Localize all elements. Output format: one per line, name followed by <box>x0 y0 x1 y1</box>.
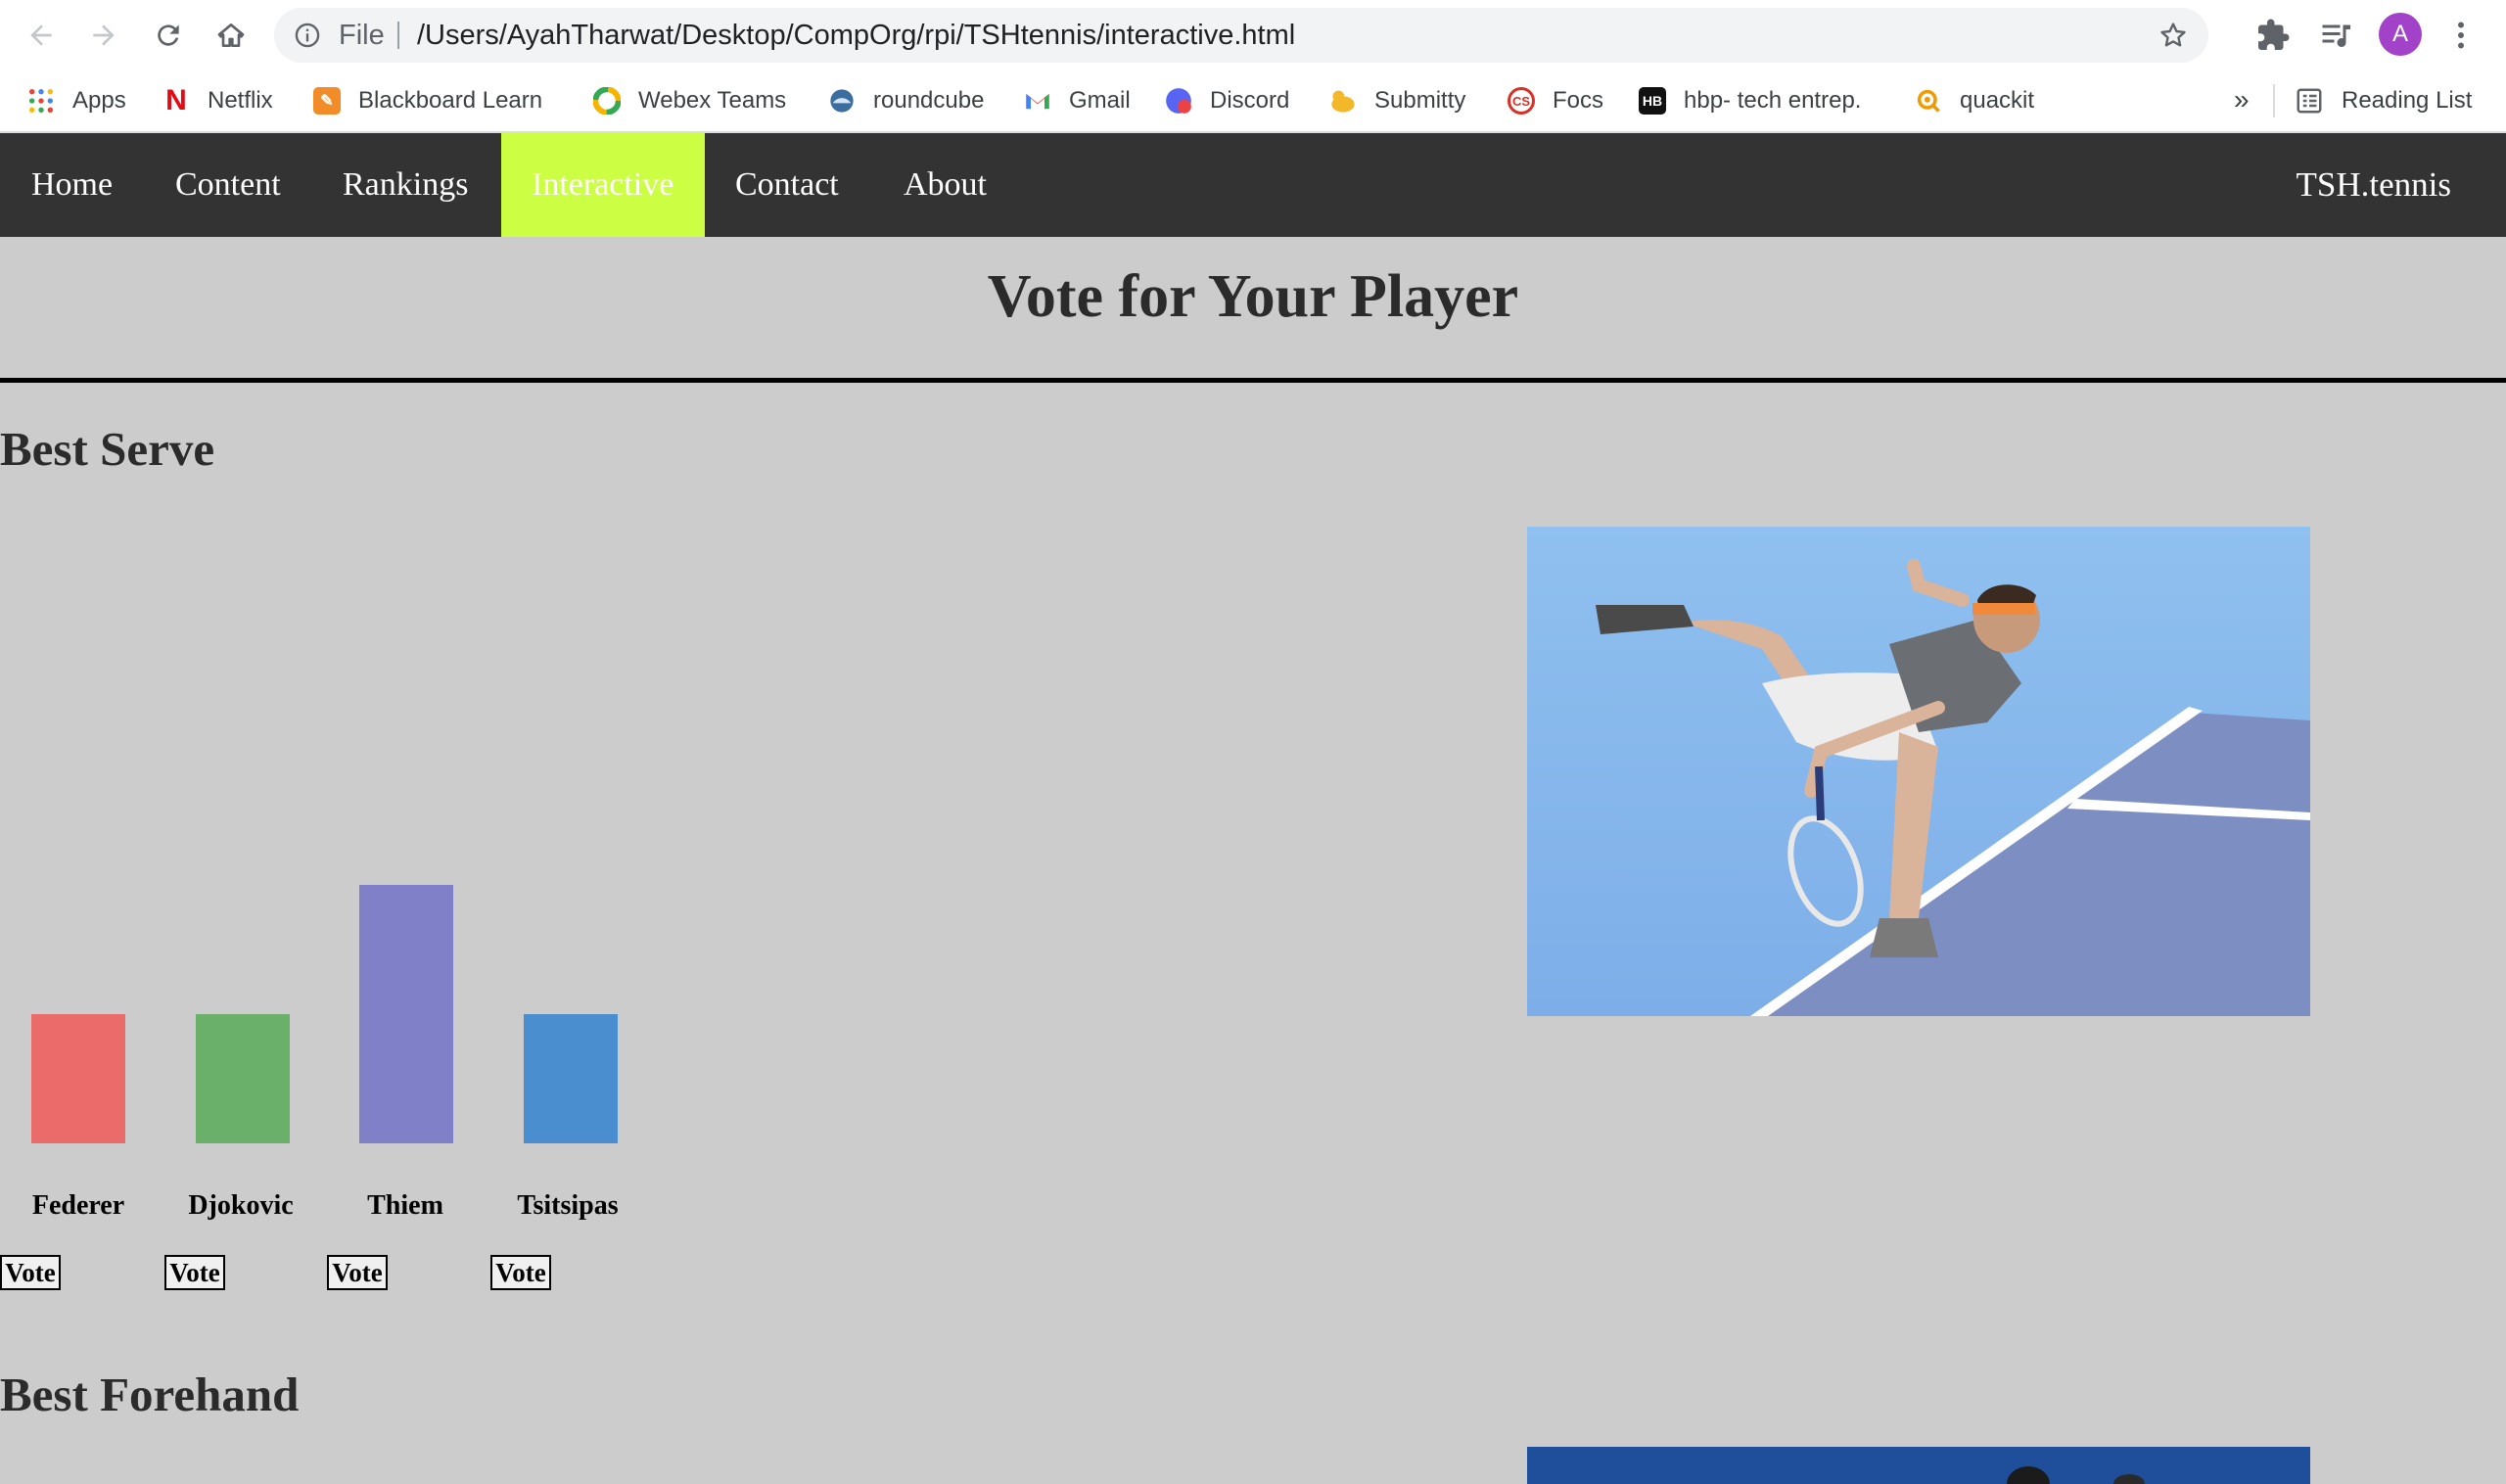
media-queue-icon[interactable] <box>2318 18 2353 53</box>
bookmark-label: roundcube <box>873 87 985 114</box>
gmail-icon <box>1026 94 1049 110</box>
blackboard-icon: ✎ <box>313 87 341 115</box>
reading-list-button[interactable]: Reading List <box>2295 70 2472 131</box>
bookmark-hbp-tech-entrep[interactable]: HB hbp- tech entrep. <box>1639 70 1861 131</box>
vote-bar-chart: Federer Djokovic Thiem Tsitsipas Vote Vo… <box>0 529 666 1292</box>
focs-icon: CS <box>1508 87 1535 115</box>
bookmark-gmail[interactable]: Gmail <box>1024 70 1131 131</box>
address-bar[interactable]: File /Users/AyahTharwat/Desktop/CompOrg/… <box>274 8 2208 63</box>
nav-content[interactable]: Content <box>145 133 311 237</box>
bookmark-label: Webex Teams <box>638 87 787 114</box>
home-icon <box>217 23 245 47</box>
more-bookmarks-chevron[interactable]: » <box>2234 84 2250 116</box>
bookmark-star-icon[interactable] <box>2158 20 2189 51</box>
bookmark-label: Netflix <box>208 87 273 114</box>
webex-icon <box>593 87 621 115</box>
reading-list-icon <box>2297 88 2322 114</box>
bookmark-label: Gmail <box>1069 87 1131 114</box>
reload-button[interactable] <box>149 16 188 55</box>
extensions-puzzle-icon[interactable] <box>2255 18 2291 53</box>
hbp-icon: HB <box>1639 87 1666 115</box>
netflix-icon: N <box>165 84 187 116</box>
bookmark-roundcube[interactable]: roundcube <box>828 70 984 131</box>
bookmarks-bar: Apps N Netflix ✎ Blackboard Learn Webex … <box>0 70 2506 133</box>
vote-bar-tsitsipas <box>523 1014 618 1143</box>
bookmark-quackit[interactable]: quackit <box>1915 70 2034 131</box>
nav-interactive[interactable]: Interactive <box>501 133 705 237</box>
bookmark-label: hbp- tech entrep. <box>1684 87 1862 114</box>
bookmark-submitty[interactable]: Submitty <box>1329 70 1465 131</box>
kebab-menu-icon[interactable] <box>2443 18 2479 53</box>
back-button[interactable] <box>22 16 61 55</box>
bookmarks-divider <box>2273 84 2275 117</box>
bookmark-discord[interactable]: Discord <box>1165 70 1289 131</box>
url-text[interactable]: /Users/AyahTharwat/Desktop/CompOrg/rpi/T… <box>417 8 1295 63</box>
roundcube-icon <box>830 89 854 113</box>
reading-list-label: Reading List <box>2342 87 2473 114</box>
player-label-thiem: Thiem <box>367 1190 443 1221</box>
omnibox-divider <box>397 22 399 49</box>
bookmark-label: Blackboard Learn <box>358 87 543 114</box>
player-label-tsitsipas: Tsitsipas <box>517 1190 619 1221</box>
bookmark-webex-teams[interactable]: Webex Teams <box>593 70 786 131</box>
bookmark-netflix[interactable]: N Netflix <box>162 70 273 131</box>
nav-about[interactable]: About <box>873 133 1017 237</box>
forward-arrow-icon <box>93 24 115 46</box>
discord-icon <box>1166 88 1191 114</box>
bookmark-label: Focs <box>1553 87 1604 114</box>
vote-bar-federer <box>31 1014 125 1143</box>
player-serve-photo <box>1527 527 2310 1016</box>
vote-button-thiem[interactable]: Vote <box>327 1255 388 1290</box>
site-brand[interactable]: TSH.tennis <box>2297 133 2451 237</box>
browser-toolbar: File /Users/AyahTharwat/Desktop/CompOrg/… <box>0 0 2506 70</box>
bookmark-label: Discord <box>1210 87 1290 114</box>
vote-button-djokovic[interactable]: Vote <box>164 1255 225 1290</box>
bookmark-apps[interactable]: Apps <box>27 70 126 131</box>
vote-button-tsitsipas[interactable]: Vote <box>490 1255 551 1290</box>
bookmark-label: Apps <box>72 87 126 114</box>
bookmark-blackboard-learn[interactable]: ✎ Blackboard Learn <box>313 70 542 131</box>
back-arrow-icon <box>30 24 52 46</box>
title-divider <box>0 378 2506 383</box>
player-forehand-photo <box>1527 1447 2310 1484</box>
vote-button-federer[interactable]: Vote <box>0 1255 61 1290</box>
apps-grid-icon <box>28 88 54 114</box>
reload-icon <box>158 24 179 46</box>
section-heading-best-forehand: Best Forehand <box>0 1368 300 1421</box>
info-icon[interactable] <box>294 22 321 49</box>
bookmark-label: quackit <box>1960 87 2035 114</box>
site-navbar: Home Content Rankings Interactive Contac… <box>0 133 2506 237</box>
player-label-federer: Federer <box>31 1190 125 1221</box>
quackit-icon <box>1917 89 1940 113</box>
submitty-icon <box>1331 90 1355 113</box>
nav-home[interactable]: Home <box>1 133 143 237</box>
page-title: Vote for Your Player <box>987 263 1519 330</box>
vote-bar-thiem <box>359 885 453 1143</box>
bookmark-focs[interactable]: CS Focs <box>1508 70 1603 131</box>
forward-button[interactable] <box>84 16 123 55</box>
nav-contact[interactable]: Contact <box>705 133 869 237</box>
section-heading-best-serve: Best Serve <box>0 422 215 476</box>
player-label-djokovic: Djokovic <box>188 1190 294 1221</box>
bookmark-label: Submitty <box>1374 87 1466 114</box>
profile-avatar[interactable]: A <box>2379 13 2422 56</box>
vote-bar-djokovic <box>195 1014 290 1143</box>
nav-rankings[interactable]: Rankings <box>312 133 498 237</box>
scheme-label: File <box>339 20 385 51</box>
home-button[interactable] <box>211 16 251 55</box>
